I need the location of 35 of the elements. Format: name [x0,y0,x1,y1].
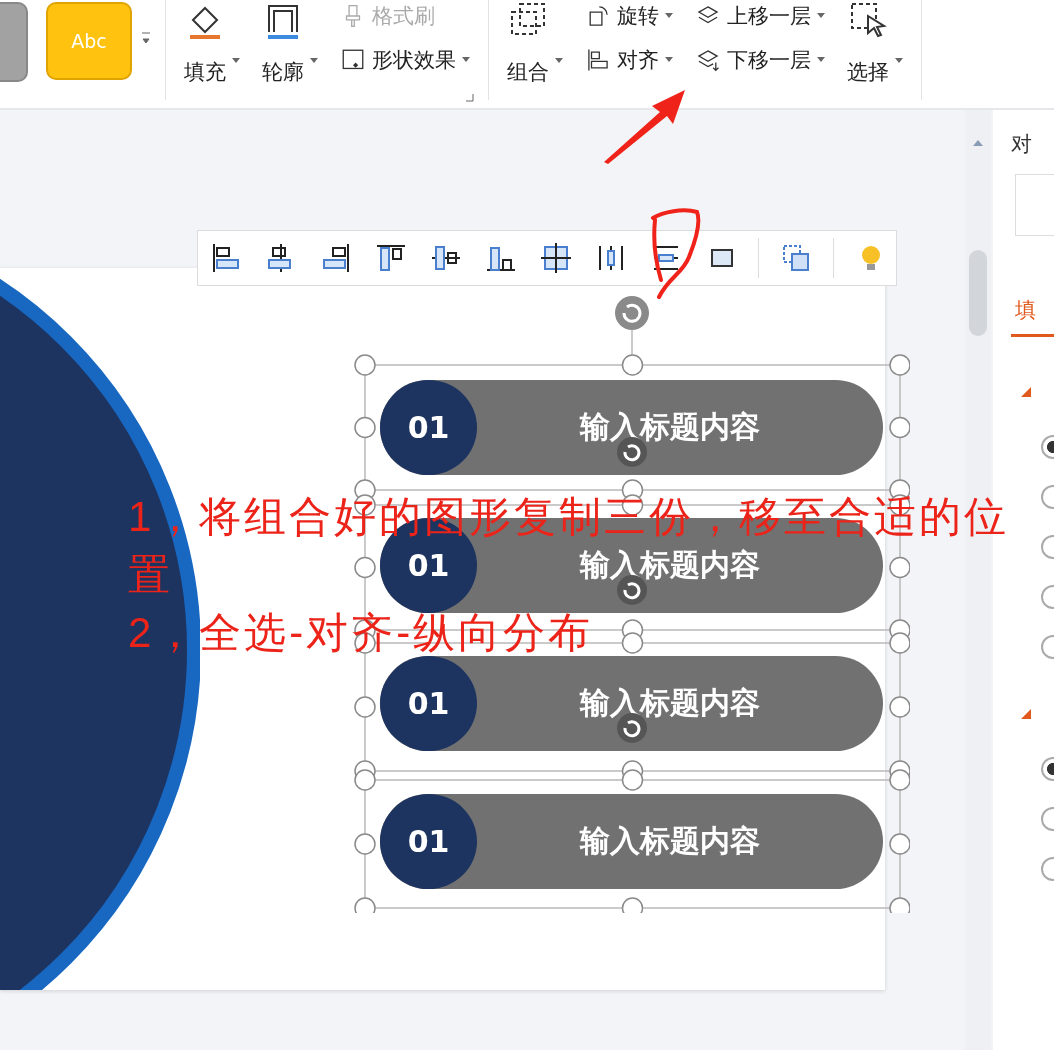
dialog-launcher-icon[interactable] [466,94,474,102]
center-both-icon[interactable] [538,240,574,276]
align-icon [585,47,611,73]
collapse-icon[interactable] [1021,387,1031,397]
ribbon-button[interactable]: 轮廓 [262,0,318,100]
collapse-icon[interactable] [1021,709,1031,719]
ribbon-button[interactable]: 旋转 [585,2,673,30]
panel-tab[interactable]: 填 [1011,296,1054,337]
caret-icon [817,57,825,63]
caret-icon [462,57,470,63]
number-badge: 01 [380,794,477,889]
ribbon-button[interactable]: 对齐 [585,46,673,74]
scroll-up-icon[interactable] [973,140,983,146]
ribbon-button[interactable]: 填充 [184,0,240,100]
panel-title: 对 [1011,131,1033,158]
ribbon-button[interactable]: 下移一层 [695,46,825,74]
more-icon[interactable] [141,32,151,46]
scroll-thumb[interactable] [969,250,987,336]
caret-icon [665,57,673,63]
style-swatch[interactable] [0,2,28,82]
pill-title: 输入标题内容 [578,822,761,860]
number-badge: 01 [380,656,477,751]
caret-icon [817,13,825,19]
ribbon-button[interactable]: 组合 [507,0,563,100]
caret-icon [232,58,240,64]
caret-icon [310,58,318,64]
number-badge: 01 [380,380,477,475]
caret-icon [895,58,903,64]
ribbon-button[interactable]: 选择 [847,0,903,100]
ribbon-button[interactable]: 上移一层 [695,2,825,30]
annotation-text: 置 [128,550,173,600]
ribbon-button[interactable]: 形状效果 [340,46,470,74]
caret-icon [665,13,673,19]
caret-icon [555,58,563,64]
backward-icon [695,47,721,73]
